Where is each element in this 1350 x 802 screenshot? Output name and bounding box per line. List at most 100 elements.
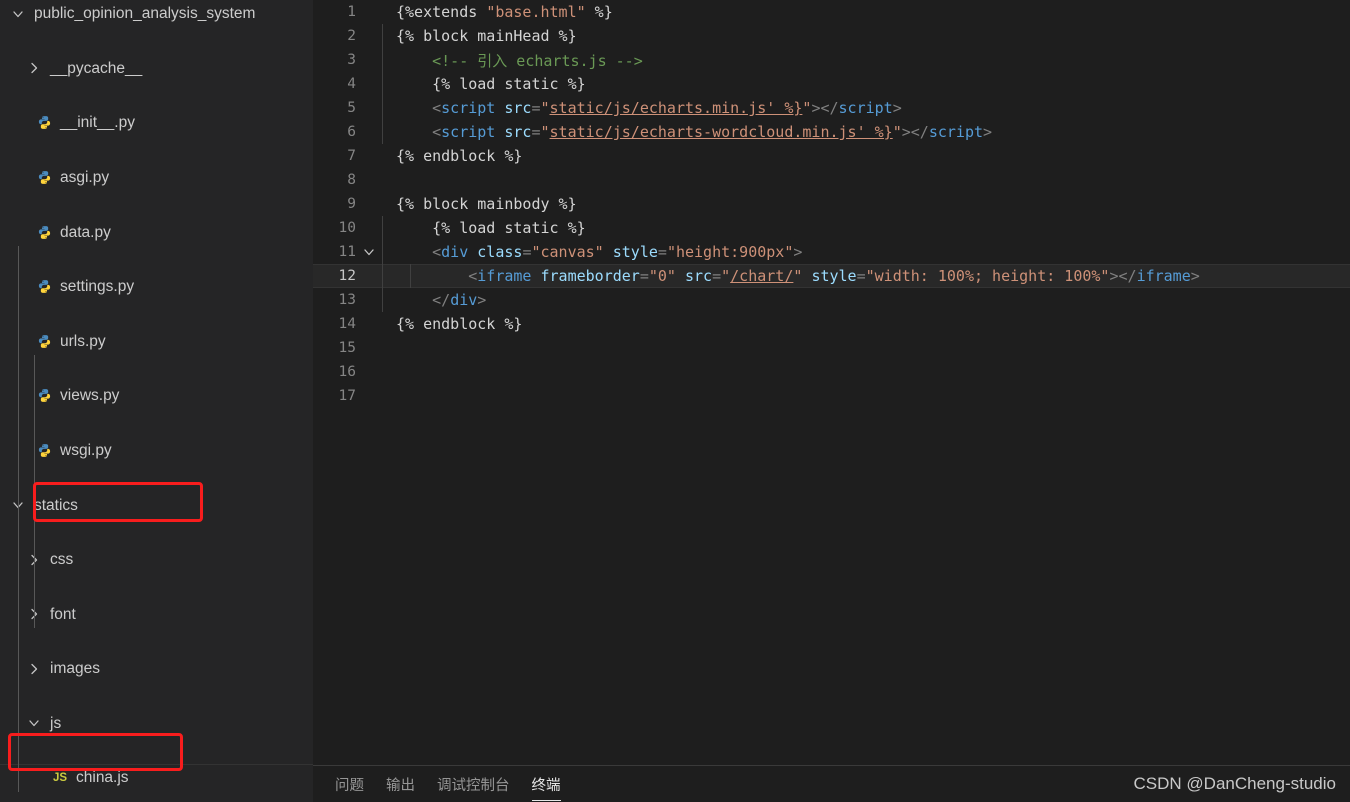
- python-icon: [34, 334, 54, 349]
- python-icon: [34, 115, 54, 130]
- code-line[interactable]: 16: [313, 360, 1350, 384]
- tree-file--init-py[interactable]: __init__.py: [0, 109, 313, 136]
- js-icon: JS: [50, 772, 70, 784]
- chevron-down-icon[interactable]: [26, 715, 42, 731]
- line-number: 8: [313, 172, 358, 188]
- code-line[interactable]: 5 <script src="static/js/echarts.min.js'…: [313, 96, 1350, 120]
- tree-item-label: public_opinion_analysis_system: [34, 0, 255, 27]
- tree-folder-font[interactable]: font: [0, 601, 313, 628]
- code-line[interactable]: 2 {% block mainHead %}: [313, 24, 1350, 48]
- panel-tab-label: 终端: [532, 774, 561, 795]
- code-line[interactable]: 17: [313, 384, 1350, 408]
- code-line[interactable]: 12 <iframe frameborder="0" src="/chart/"…: [313, 264, 1350, 288]
- tree-file-wsgi-py[interactable]: wsgi.py: [0, 437, 313, 464]
- code-line[interactable]: 9 {% block mainbody %}: [313, 192, 1350, 216]
- line-number: 9: [313, 196, 358, 212]
- chevron-right-icon[interactable]: [26, 661, 42, 677]
- code-line[interactable]: 6 <script src="static/js/echarts-wordclo…: [313, 120, 1350, 144]
- code-line[interactable]: 7 {% endblock %}: [313, 144, 1350, 168]
- tree-item-label: __init__.py: [60, 109, 135, 136]
- tree-item-label: font: [50, 601, 76, 628]
- explorer-sidebar[interactable]: public_opinion_analysis_system __pycache_…: [0, 0, 313, 802]
- tree-file-data-py[interactable]: data.py: [0, 218, 313, 245]
- python-icon: [34, 388, 54, 403]
- file-tree[interactable]: public_opinion_analysis_system __pycache_…: [0, 0, 313, 792]
- tree-item-label: wsgi.py: [60, 437, 112, 464]
- line-number: 6: [313, 124, 358, 140]
- code-text: {% block mainHead %}: [380, 27, 577, 45]
- tree-folder-images[interactable]: images: [0, 655, 313, 682]
- line-number: 13: [313, 292, 358, 308]
- tree-item-label: views.py: [60, 382, 119, 409]
- line-number: 12: [313, 268, 358, 284]
- code-lines[interactable]: 1{%extends "base.html" %} 2 {% block mainH…: [313, 0, 1350, 408]
- line-number: 3: [313, 52, 358, 68]
- tree-item-label: china.js: [76, 764, 129, 791]
- line-number: 14: [313, 316, 358, 332]
- tree-folder-statics[interactable]: statics: [0, 491, 313, 518]
- code-line[interactable]: 13 </div>: [313, 288, 1350, 312]
- code-line[interactable]: 11 <div class="canvas" style="height:900…: [313, 240, 1350, 264]
- python-icon: [34, 443, 54, 458]
- watermark: CSDN @DanCheng-studio: [1134, 774, 1336, 794]
- chevron-down-icon[interactable]: [10, 6, 26, 22]
- panel-tab-1[interactable]: 输出: [386, 766, 415, 802]
- panel-tab-0[interactable]: 问题: [335, 766, 364, 802]
- tree-file-asgi-py[interactable]: asgi.py: [0, 164, 313, 191]
- code-line[interactable]: 10 {% load static %}: [313, 216, 1350, 240]
- panel-tab-label: 问题: [335, 774, 364, 795]
- panel-tab-2[interactable]: 调试控制台: [437, 766, 510, 802]
- tree-file-china-js[interactable]: JS china.js: [0, 764, 313, 791]
- tree-file-settings-py[interactable]: settings.py: [0, 273, 313, 300]
- fold-chevron-down-icon[interactable]: [358, 244, 380, 260]
- tree-file-views-py[interactable]: views.py: [0, 382, 313, 409]
- code-editor[interactable]: 1{%extends "base.html" %} 2 {% block mainH…: [313, 0, 1350, 802]
- code-line[interactable]: 14 {% endblock %}: [313, 312, 1350, 336]
- tree-folder--pycache-[interactable]: __pycache__: [0, 55, 313, 82]
- code-line[interactable]: 1{%extends "base.html" %}: [313, 0, 1350, 24]
- code-text: <script src="static/js/echarts.min.js' %…: [380, 99, 902, 117]
- tree-item-label: css: [50, 546, 73, 573]
- line-number: 7: [313, 148, 358, 164]
- code-text: <iframe frameborder="0" src="/chart/" st…: [380, 267, 1200, 285]
- tree-file-urls-py[interactable]: urls.py: [0, 328, 313, 355]
- line-number: 2: [313, 28, 358, 44]
- sidebar-divider: [0, 764, 313, 765]
- code-text: <script src="static/js/echarts-wordcloud…: [380, 123, 992, 141]
- code-text: <!-- 引入 echarts.js -->: [380, 50, 643, 71]
- code-line[interactable]: 8: [313, 168, 1350, 192]
- code-line[interactable]: 4 {% load static %}: [313, 72, 1350, 96]
- tree-item-label: urls.py: [60, 328, 106, 355]
- tree-item-label: asgi.py: [60, 164, 109, 191]
- tree-item-label: settings.py: [60, 273, 134, 300]
- code-text: {% load static %}: [380, 75, 586, 93]
- python-icon: [34, 225, 54, 240]
- panel-tabs[interactable]: 问题 输出 调试控制台 终端: [313, 766, 561, 802]
- tree-folder-js[interactable]: js: [0, 710, 313, 737]
- python-icon: [34, 279, 54, 294]
- code-text: {% endblock %}: [380, 147, 522, 165]
- panel-tab-label: 输出: [386, 774, 415, 795]
- bottom-panel[interactable]: 问题 输出 调试控制台 终端 CSDN @DanCheng-studio: [313, 765, 1350, 802]
- line-number: 5: [313, 100, 358, 116]
- panel-tab-3[interactable]: 终端: [532, 766, 561, 802]
- chevron-right-icon[interactable]: [26, 60, 42, 76]
- tree-folder-css[interactable]: css: [0, 546, 313, 573]
- vscode-window: public_opinion_analysis_system __pycache_…: [0, 0, 1350, 802]
- line-number: 16: [313, 364, 358, 380]
- line-number: 1: [313, 4, 358, 20]
- tree-item-label: js: [50, 710, 61, 737]
- line-number: 17: [313, 388, 358, 404]
- code-text: <div class="canvas" style="height:900px"…: [380, 243, 802, 261]
- tree-item-label: data.py: [60, 219, 111, 246]
- code-text: {% endblock %}: [380, 315, 522, 333]
- code-line[interactable]: 3 <!-- 引入 echarts.js -->: [313, 48, 1350, 72]
- code-line[interactable]: 15: [313, 336, 1350, 360]
- tree-folder-public-opinion-analysis-system[interactable]: public_opinion_analysis_system: [0, 0, 313, 27]
- line-number: 10: [313, 220, 358, 236]
- line-number: 4: [313, 76, 358, 92]
- code-text: {% block mainbody %}: [380, 195, 577, 213]
- tree-item-label: images: [50, 655, 100, 682]
- line-number: 11: [313, 244, 358, 260]
- python-icon: [34, 170, 54, 185]
